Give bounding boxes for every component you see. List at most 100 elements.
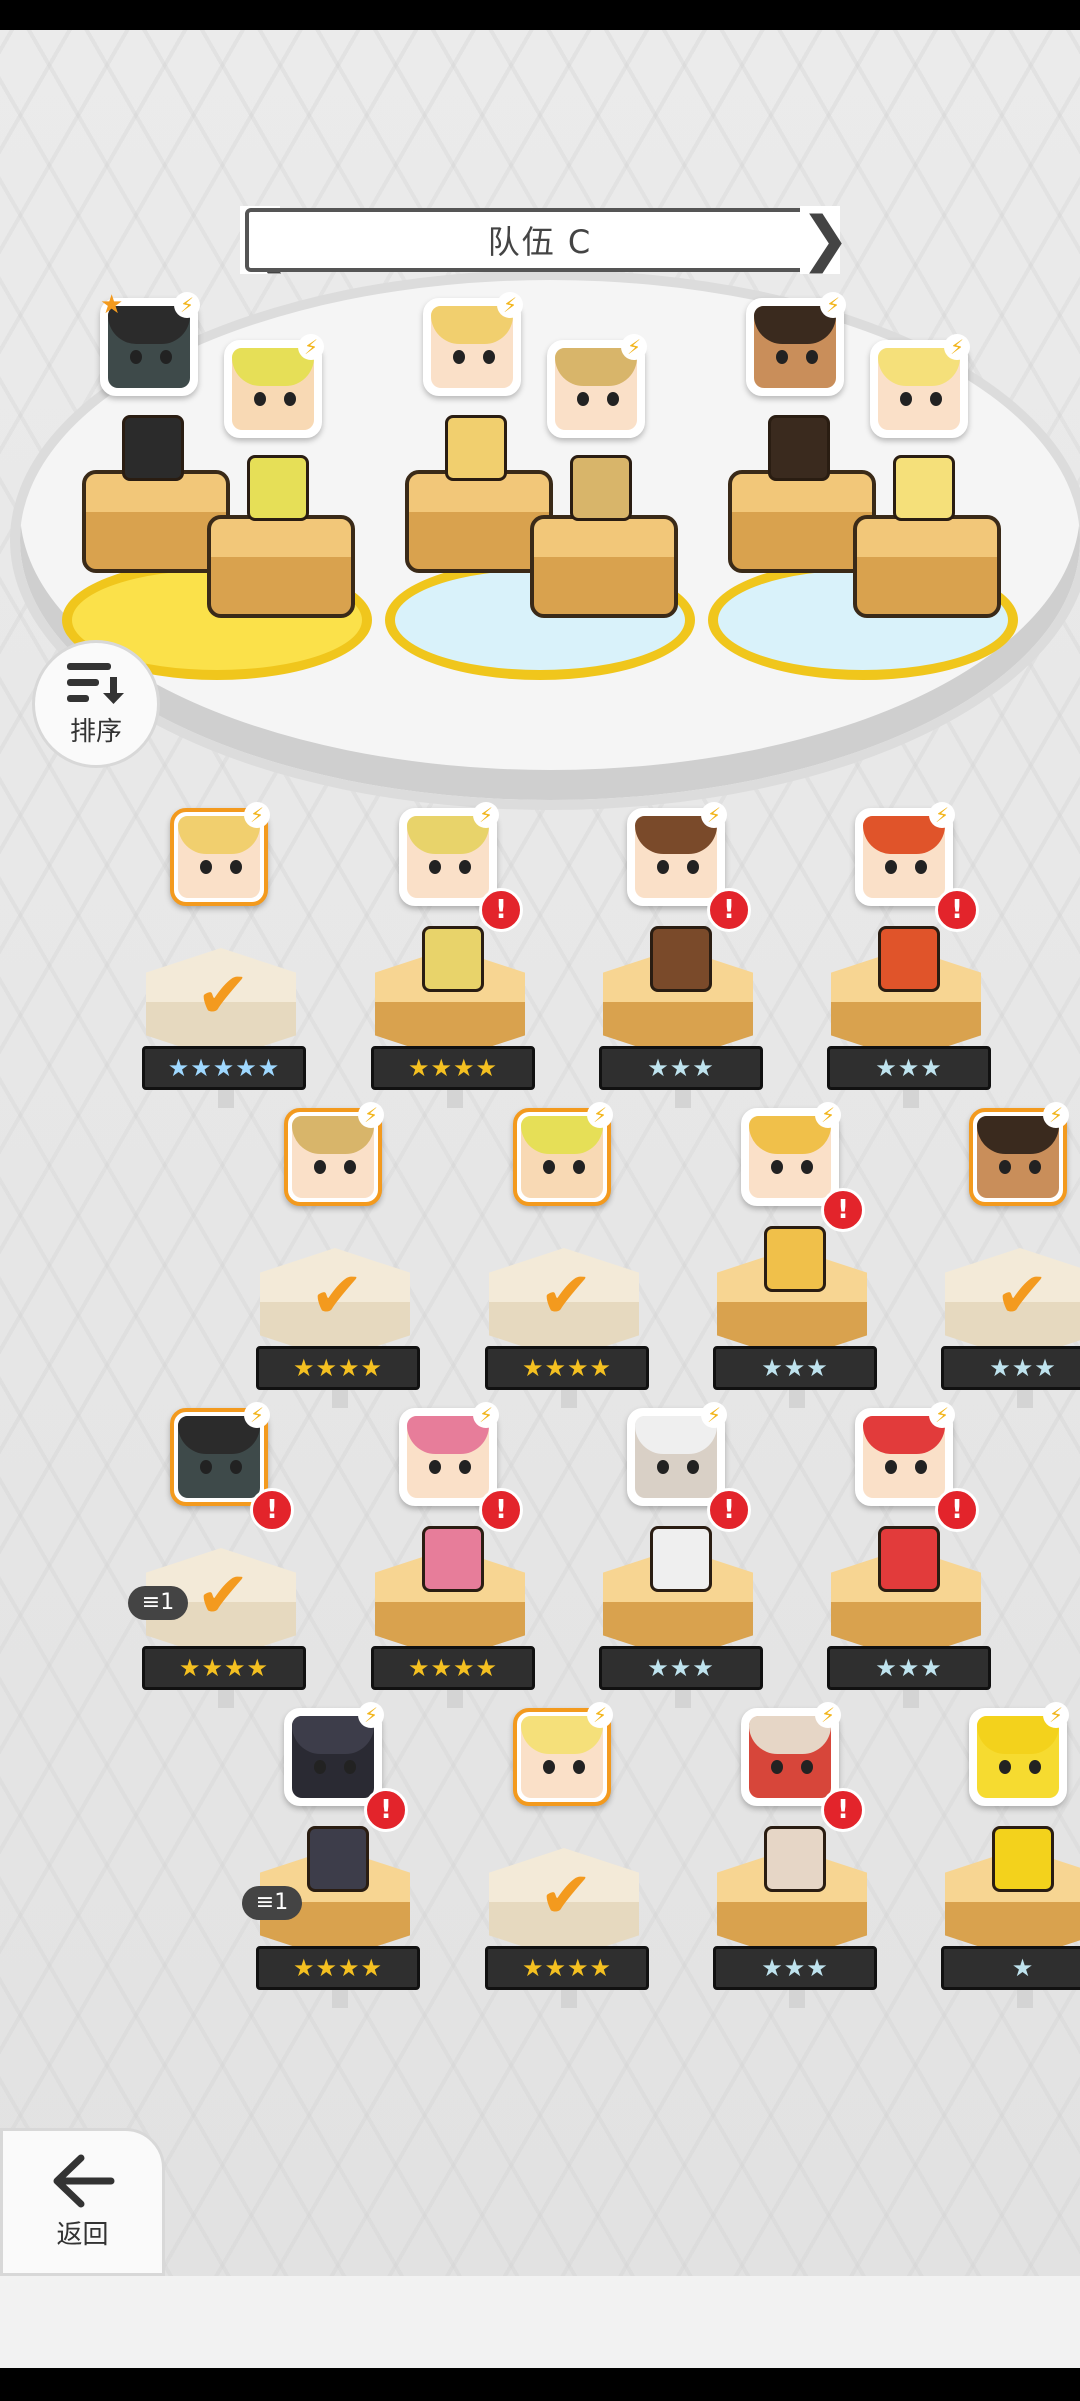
portrait-eye — [453, 350, 465, 364]
portrait-eye — [429, 1460, 441, 1474]
mini-sprite — [422, 926, 484, 992]
portrait-eye — [254, 392, 266, 406]
portrait-eye — [687, 1460, 699, 1474]
alert-badge: ! — [707, 1488, 751, 1532]
bottom-bar — [0, 2276, 1080, 2368]
lightning-icon: ⚡ — [815, 1102, 841, 1128]
portrait-eye — [573, 1760, 585, 1774]
portrait-eye — [130, 350, 142, 364]
mini-sprite — [570, 455, 632, 521]
next-team-button[interactable]: ❯ — [800, 206, 850, 274]
portrait-face — [977, 1716, 1059, 1798]
portrait-eye — [459, 860, 471, 874]
portrait-face — [977, 1116, 1059, 1198]
portrait-face — [749, 1716, 831, 1798]
star-rating: ★★★★★ — [142, 1046, 306, 1090]
star-rating: ★★★★ — [371, 1046, 535, 1090]
star-rating: ★★★ — [827, 1046, 991, 1090]
star-rating: ★★★ — [599, 1646, 763, 1690]
lightning-icon: ⚡ — [820, 292, 846, 318]
checkmark-icon: ✔ — [539, 1859, 593, 1933]
portrait-face — [863, 1416, 945, 1498]
portrait-eye — [344, 1760, 356, 1774]
leader-star-icon: ★ — [100, 290, 124, 320]
lightning-icon: ⚡ — [815, 1702, 841, 1728]
star-rating: ★★★ — [713, 1946, 877, 1990]
portrait-face — [407, 1416, 489, 1498]
star-rating: ★★★★ — [485, 1346, 649, 1390]
mini-sprite — [878, 1526, 940, 1592]
portrait-eye — [1029, 1160, 1041, 1174]
portrait-eye — [801, 1760, 813, 1774]
alert-badge: ! — [821, 1788, 865, 1832]
portrait-eye — [930, 392, 942, 406]
alert-badge: ! — [935, 1488, 979, 1532]
lightning-icon: ⚡ — [929, 802, 955, 828]
portrait-eye — [900, 392, 912, 406]
portrait-eye — [915, 860, 927, 874]
alert-badge: ! — [707, 888, 751, 932]
alert-badge: ! — [935, 888, 979, 932]
lightning-icon: ⚡ — [587, 1702, 613, 1728]
lightning-icon: ⚡ — [298, 334, 324, 360]
portrait-eye — [915, 1460, 927, 1474]
alert-badge: ! — [250, 1488, 294, 1532]
mini-sprite — [422, 1526, 484, 1592]
block-platform — [853, 515, 1001, 618]
lightning-icon: ⚡ — [929, 1402, 955, 1428]
portrait-eye — [483, 350, 495, 364]
star-rating: ★★★★ — [256, 1946, 420, 1990]
portrait-face — [878, 348, 960, 430]
alert-badge: ! — [479, 888, 523, 932]
star-rating: ★★★ — [599, 1046, 763, 1090]
portrait-eye — [657, 1460, 669, 1474]
portrait-eye — [801, 1160, 813, 1174]
block-platform — [530, 515, 678, 618]
alert-badge: ! — [479, 1488, 523, 1532]
portrait-eye — [543, 1760, 555, 1774]
status-bar — [0, 0, 1080, 30]
portrait-eye — [344, 1160, 356, 1174]
mini-sprite — [764, 1826, 826, 1892]
mini-sprite — [992, 1826, 1054, 1892]
mini-sprite — [307, 1826, 369, 1892]
portrait-face — [555, 348, 637, 430]
checkmark-icon: ✔ — [196, 959, 250, 1033]
sort-button[interactable]: 排序 — [32, 640, 160, 768]
mini-sprite — [768, 415, 830, 481]
sort-label: 排序 — [69, 716, 122, 747]
portrait-eye — [687, 860, 699, 874]
back-button[interactable]: 返回 — [0, 2128, 165, 2276]
equipment-count-chip: ≡1 — [128, 1586, 188, 1620]
portrait-eye — [776, 350, 788, 364]
portrait-face — [635, 816, 717, 898]
lightning-icon: ⚡ — [944, 334, 970, 360]
portrait-face — [749, 1116, 831, 1198]
mini-sprite — [764, 1226, 826, 1292]
checkmark-icon: ✔ — [539, 1259, 593, 1333]
star-rating: ★ — [941, 1946, 1080, 1990]
sort-icon — [67, 662, 124, 704]
portrait-eye — [577, 392, 589, 406]
lightning-icon: ⚡ — [244, 1402, 270, 1428]
portrait-face — [521, 1716, 603, 1798]
mini-sprite — [122, 415, 184, 481]
portrait-eye — [459, 1460, 471, 1474]
star-rating: ★★★ — [827, 1646, 991, 1690]
portrait-eye — [573, 1160, 585, 1174]
star-rating: ★★★ — [713, 1346, 877, 1390]
portrait-eye — [806, 350, 818, 364]
alert-badge: ! — [821, 1188, 865, 1232]
portrait-face — [178, 816, 260, 898]
lightning-icon: ⚡ — [587, 1102, 613, 1128]
lightning-icon: ⚡ — [358, 1702, 384, 1728]
star-rating: ★★★ — [941, 1346, 1080, 1390]
lightning-icon: ⚡ — [244, 802, 270, 828]
portrait-eye — [885, 860, 897, 874]
lightning-icon: ⚡ — [701, 802, 727, 828]
portrait-face — [292, 1116, 374, 1198]
star-rating: ★★★★ — [485, 1946, 649, 1990]
portrait-face — [232, 348, 314, 430]
portrait-eye — [771, 1160, 783, 1174]
alert-badge: ! — [364, 1788, 408, 1832]
